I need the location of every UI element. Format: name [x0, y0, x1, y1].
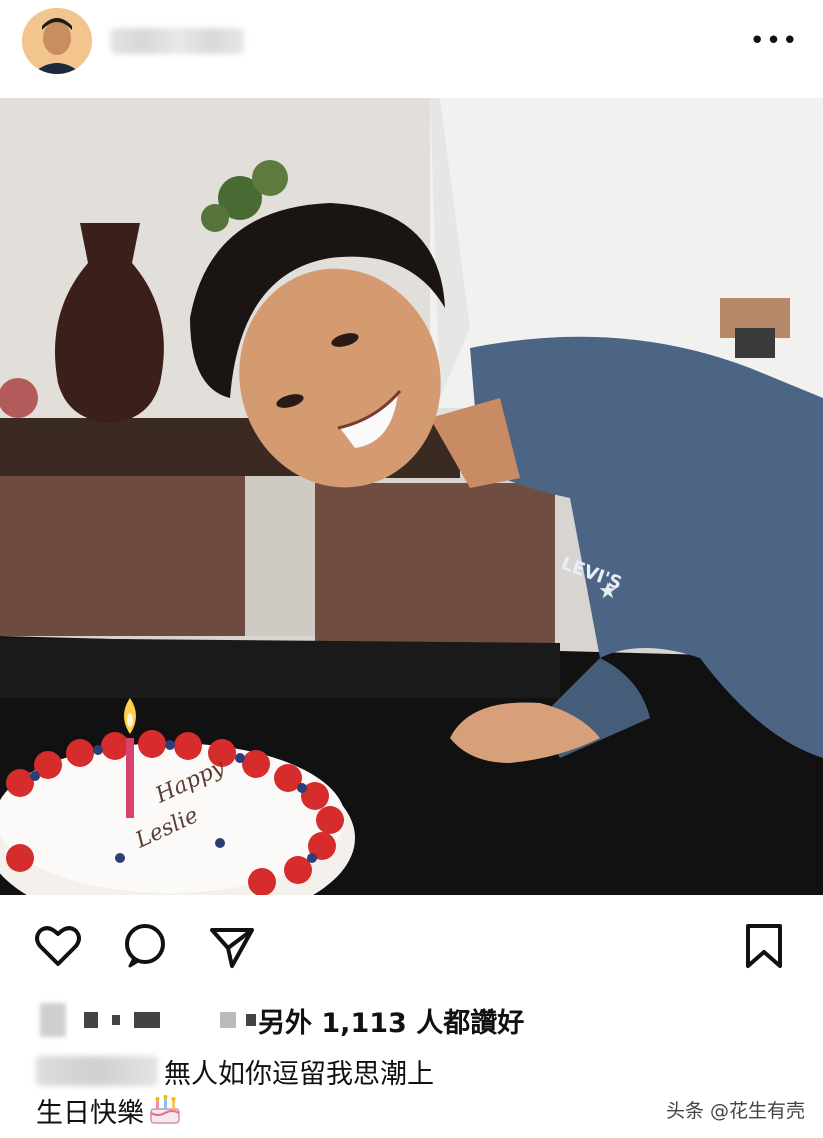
share-button[interactable]: [206, 920, 258, 972]
liker-avatar-blurred: [40, 1003, 66, 1037]
save-button[interactable]: [738, 920, 790, 972]
post-photo[interactable]: LEVI'S ★ Happy Leslie: [0, 98, 823, 895]
birthday-cake-icon: [150, 1095, 180, 1124]
avatar[interactable]: [22, 8, 92, 74]
post-header: •••: [0, 0, 823, 98]
heart-icon: [35, 926, 81, 966]
send-icon: [210, 928, 254, 968]
svg-text:★: ★: [598, 579, 618, 604]
more-horizontal-icon: •••: [749, 26, 799, 56]
more-options-button[interactable]: •••: [750, 28, 798, 54]
comment-button[interactable]: [120, 920, 172, 972]
comment-icon: [125, 924, 165, 968]
watermark: 头条 @花生有壳: [665, 1100, 805, 1122]
username-blurred[interactable]: [110, 28, 244, 54]
redacted-block: [134, 1012, 160, 1028]
caption-text: 生日快樂: [36, 1097, 144, 1129]
likes-count-text: 另外 1,113 人都讚好: [258, 1007, 525, 1039]
action-bar: [0, 912, 823, 974]
redacted-block: [220, 1012, 236, 1028]
likes-summary[interactable]: 另外 1,113 人都讚好: [40, 1000, 640, 1040]
redacted-block: [246, 1014, 256, 1026]
caption-text: 無人如你逗留我思潮上: [164, 1058, 434, 1090]
redacted-block: [112, 1015, 120, 1025]
caption-line-1: 無人如你逗留我思潮上: [36, 1052, 736, 1090]
caption-username-blurred[interactable]: [36, 1056, 158, 1086]
caption-line-2: 生日快樂: [36, 1090, 182, 1130]
bookmark-icon: [746, 924, 782, 968]
like-button[interactable]: [32, 920, 84, 972]
redacted-block: [84, 1012, 98, 1028]
